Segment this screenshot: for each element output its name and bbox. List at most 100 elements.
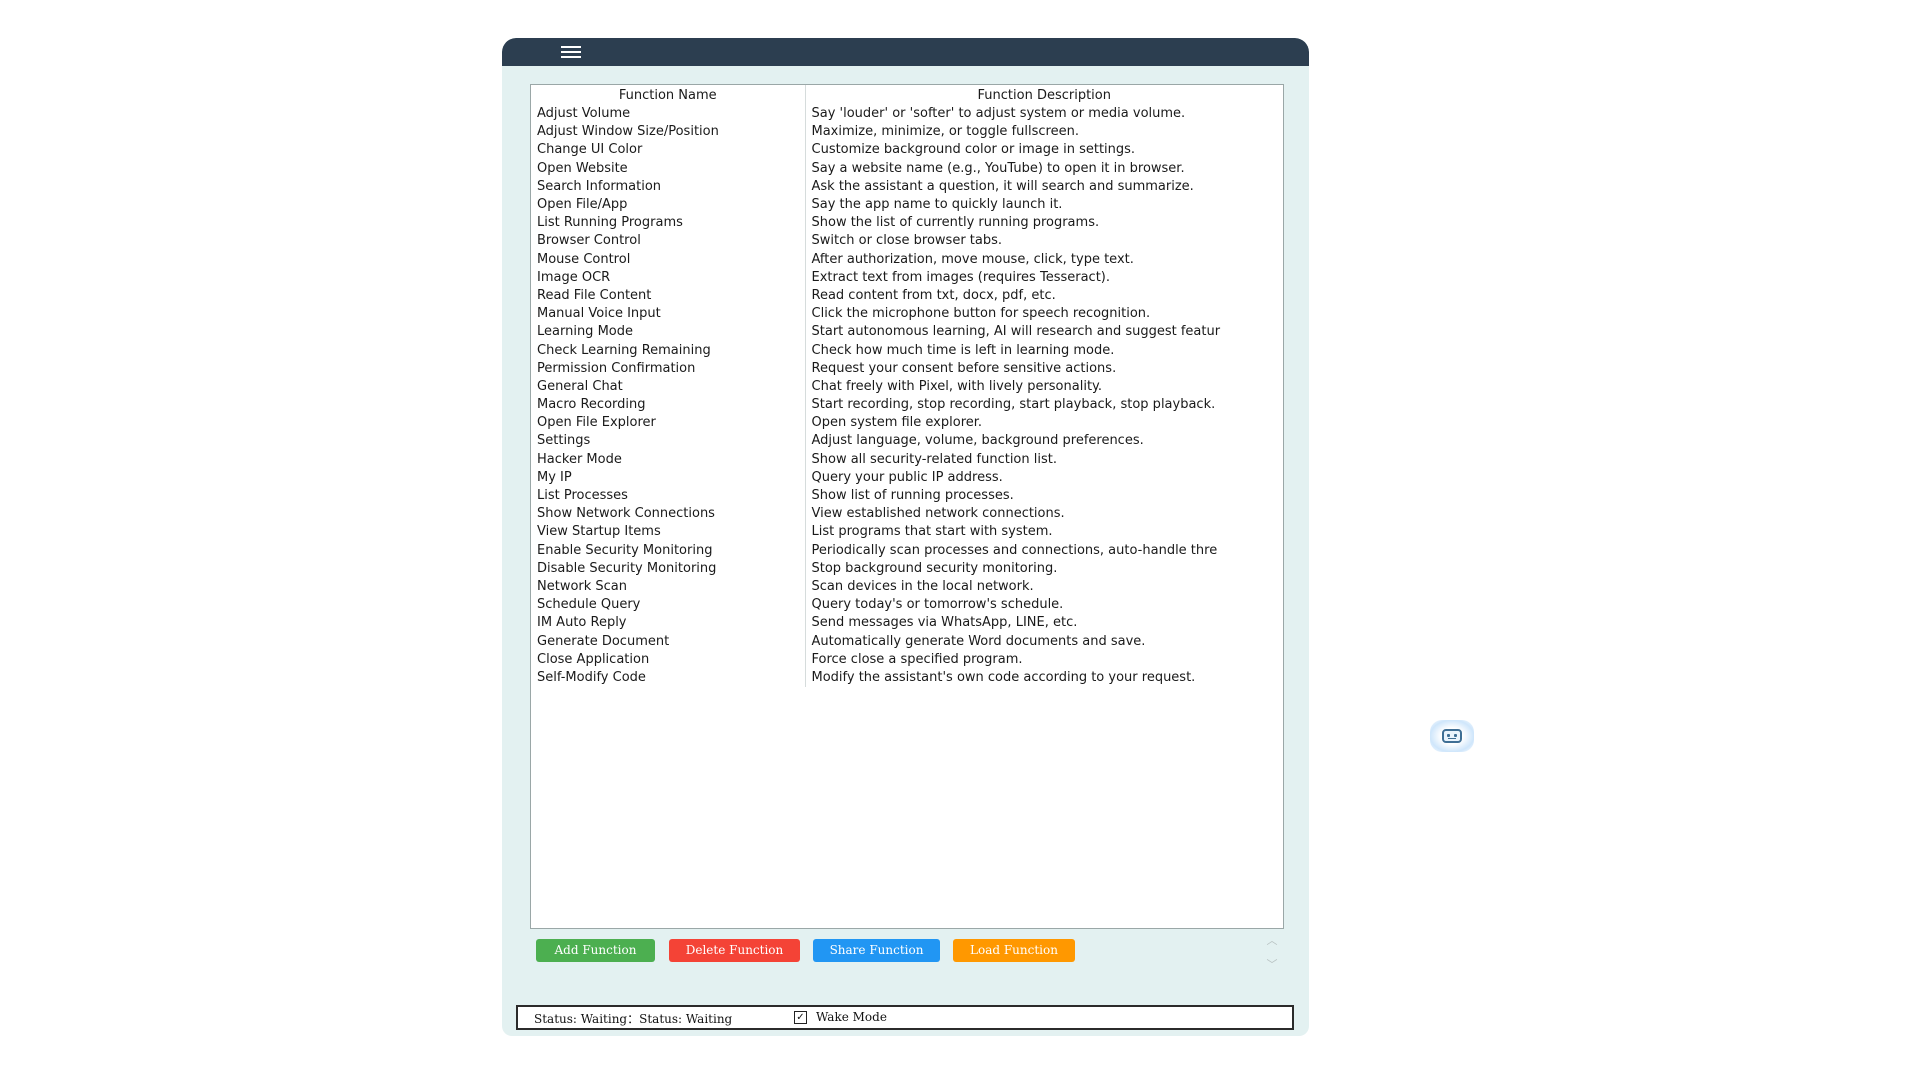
load-function-button[interactable]: Load Function <box>953 939 1075 962</box>
table-row[interactable]: Check Learning Remaining Check how much t… <box>531 341 1283 360</box>
function-name-cell: Macro Recording <box>531 396 806 415</box>
function-description-cell: Ask the assistant a question, it will se… <box>811 178 1194 194</box>
table-row[interactable]: Browser Control Switch or close browser t… <box>531 232 1283 251</box>
robot-icon <box>1442 729 1462 743</box>
table-row[interactable]: Show Network Connections View established… <box>531 505 1283 524</box>
table-row[interactable]: Mouse Control After authorization, move m… <box>531 250 1283 269</box>
function-name-cell: Learning Mode <box>531 323 806 342</box>
function-description-cell: Say the app name to quickly launch it. <box>811 197 1063 213</box>
add-function-button[interactable]: Add Function <box>536 939 655 962</box>
function-description-cell: Customize background color or image in s… <box>811 142 1136 158</box>
function-name-cell: Schedule Query <box>531 596 806 615</box>
table-row[interactable]: Permission Confirmation Request your cons… <box>531 359 1283 378</box>
function-name-cell: List Running Programs <box>531 214 806 233</box>
function-name-cell: Adjust Volume <box>531 105 806 124</box>
function-name-cell: IM Auto Reply <box>531 614 806 633</box>
table-row[interactable]: General Chat Chat freely with Pixel, with… <box>531 377 1283 396</box>
function-description-cell: Click the microphone button for speech r… <box>811 306 1151 322</box>
function-name-cell: List Processes <box>531 486 806 506</box>
function-description-cell: Extract text from images (requires Tesse… <box>811 269 1111 285</box>
function-name-cell: Search Information <box>531 177 806 196</box>
function-name-cell: Mouse Control <box>531 250 806 269</box>
wake-mode-checkbox[interactable]: ✓ <box>794 1010 807 1024</box>
function-name-cell: Hacker Mode <box>531 450 806 469</box>
function-name-cell: Open File/App <box>531 195 806 215</box>
scroll-up-icon[interactable]: ︿ <box>1261 933 1283 949</box>
function-description-cell: After authorization, move mouse, click, … <box>811 251 1134 267</box>
table-row[interactable]: Macro Recording Start recording, stop rec… <box>531 396 1283 415</box>
table-row[interactable]: Settings Adjust language, volume, backgro… <box>531 432 1283 451</box>
table-row[interactable]: List Running Programs Show the list of cu… <box>531 214 1283 233</box>
table-row[interactable]: Adjust Volume Say 'louder' or 'softer' to… <box>531 105 1283 124</box>
table-row[interactable]: Close Application Force close a specified… <box>531 650 1283 669</box>
function-description-cell: Start autonomous learning, AI will resea… <box>811 324 1221 340</box>
title-bar <box>502 38 1309 66</box>
function-name-cell: Close Application <box>531 650 806 669</box>
table-row[interactable]: IM Auto Reply Send messages via WhatsApp,… <box>531 614 1283 633</box>
function-name-cell: Show Network Connections <box>531 505 806 524</box>
table-row[interactable]: Learning Mode Start autonomous learning, … <box>531 323 1283 342</box>
scroll-down-icon[interactable]: ﹀ <box>1261 957 1283 973</box>
table-row[interactable]: Open File Explorer Open system file explo… <box>531 414 1283 433</box>
table-row[interactable]: Image OCR Extract text from images (requi… <box>531 268 1283 287</box>
function-description-cell: List programs that start with system. <box>811 524 1053 540</box>
table-row[interactable]: My IP Query your public IP address. <box>531 468 1283 487</box>
hamburger-menu-icon[interactable] <box>558 42 584 62</box>
function-name-cell: Image OCR <box>531 268 806 287</box>
app-window: Function Name Function Description Adjus… <box>502 38 1309 1036</box>
table-row[interactable]: Open Website Say a website name (e.g., Yo… <box>531 159 1283 178</box>
table-row[interactable]: Schedule Query Query today's or tomorrow'… <box>531 596 1283 615</box>
function-description-cell: Switch or close browser tabs. <box>811 233 1003 249</box>
function-description-cell: View established network connections. <box>811 506 1065 522</box>
function-description-cell: Automatically generate Word documents an… <box>811 633 1146 649</box>
delete-function-button[interactable]: Delete Function <box>669 939 800 962</box>
function-name-cell: Read File Content <box>531 286 806 306</box>
function-name-cell: Disable Security Monitoring <box>531 559 806 578</box>
function-name-cell: My IP <box>531 468 806 487</box>
function-description-cell: Start recording, stop recording, start p… <box>811 397 1216 413</box>
function-description-cell: Check how much time is left in learning … <box>811 342 1115 358</box>
table-row[interactable]: Adjust Window Size/Position Maximize, min… <box>531 123 1283 142</box>
floating-assistant-button[interactable] <box>1430 720 1474 752</box>
table-row[interactable]: List Processes Show list of running proce… <box>531 486 1283 506</box>
function-description-cell: Chat freely with Pixel, with lively pers… <box>811 378 1103 394</box>
function-name-cell: Manual Voice Input <box>531 305 806 324</box>
button-row: Add Function Delete Function Share Funct… <box>502 939 1309 963</box>
table-row[interactable]: Read File Content Read content from txt, … <box>531 286 1283 306</box>
function-description-cell: Request your consent before sensitive ac… <box>811 360 1117 376</box>
table-row[interactable]: Manual Voice Input Click the microphone b… <box>531 305 1283 324</box>
table-row[interactable]: Disable Security Monitoring Stop backgrou… <box>531 559 1283 578</box>
table-row[interactable]: Network Scan Scan devices in the local ne… <box>531 577 1283 597</box>
function-description-cell: Force close a specified program. <box>811 651 1023 667</box>
function-description-cell: Adjust language, volume, background pref… <box>811 433 1144 449</box>
function-description-cell: Open system file explorer. <box>811 415 983 431</box>
table-row[interactable]: Self-Modify Code Modify the assistant's o… <box>531 668 1283 687</box>
status-bar: Status: Waiting：Status: Waiting ✓ Wake M… <box>516 1005 1294 1030</box>
function-description-cell: Show the list of currently running progr… <box>811 215 1100 231</box>
header-function-description[interactable]: Function Description <box>805 85 1283 105</box>
function-name-cell: Open Website <box>531 159 806 178</box>
function-name-cell: Enable Security Monitoring <box>531 541 806 560</box>
table-row[interactable]: Hacker Mode Show all security-related fun… <box>531 450 1283 469</box>
function-name-cell: Network Scan <box>531 577 806 597</box>
function-name-cell: Generate Document <box>531 632 806 651</box>
scroll-control: ︿ ﹀ <box>1261 931 1283 975</box>
function-description-cell: Scan devices in the local network. <box>811 578 1034 594</box>
function-name-cell: Self-Modify Code <box>531 668 806 687</box>
table-row[interactable]: Enable Security Monitoring Periodically s… <box>531 541 1283 560</box>
header-function-name[interactable]: Function Name <box>531 85 806 105</box>
table-row[interactable]: Generate Document Automatically generate … <box>531 632 1283 651</box>
wake-mode-toggle[interactable]: ✓ Wake Mode <box>794 1010 887 1024</box>
function-name-cell: Check Learning Remaining <box>531 341 806 360</box>
share-function-button[interactable]: Share Function <box>813 939 940 962</box>
table-row[interactable]: Change UI Color Customize background colo… <box>531 141 1283 160</box>
table-row[interactable]: View Startup Items List programs that sta… <box>531 523 1283 542</box>
function-description-cell: Say 'louder' or 'softer' to adjust syste… <box>811 106 1186 122</box>
table-row[interactable]: Search Information Ask the assistant a qu… <box>531 177 1283 196</box>
table-row[interactable]: Open File/App Say the app name to quickly… <box>531 195 1283 215</box>
function-name-cell: Open File Explorer <box>531 414 806 433</box>
function-description-cell: Query today's or tomorrow's schedule. <box>811 597 1064 613</box>
function-table-panel[interactable]: Function Name Function Description Adjus… <box>530 84 1284 929</box>
table-header-row: Function Name Function Description <box>531 85 1283 105</box>
function-description-cell: Say a website name (e.g., YouTube) to op… <box>811 160 1185 176</box>
